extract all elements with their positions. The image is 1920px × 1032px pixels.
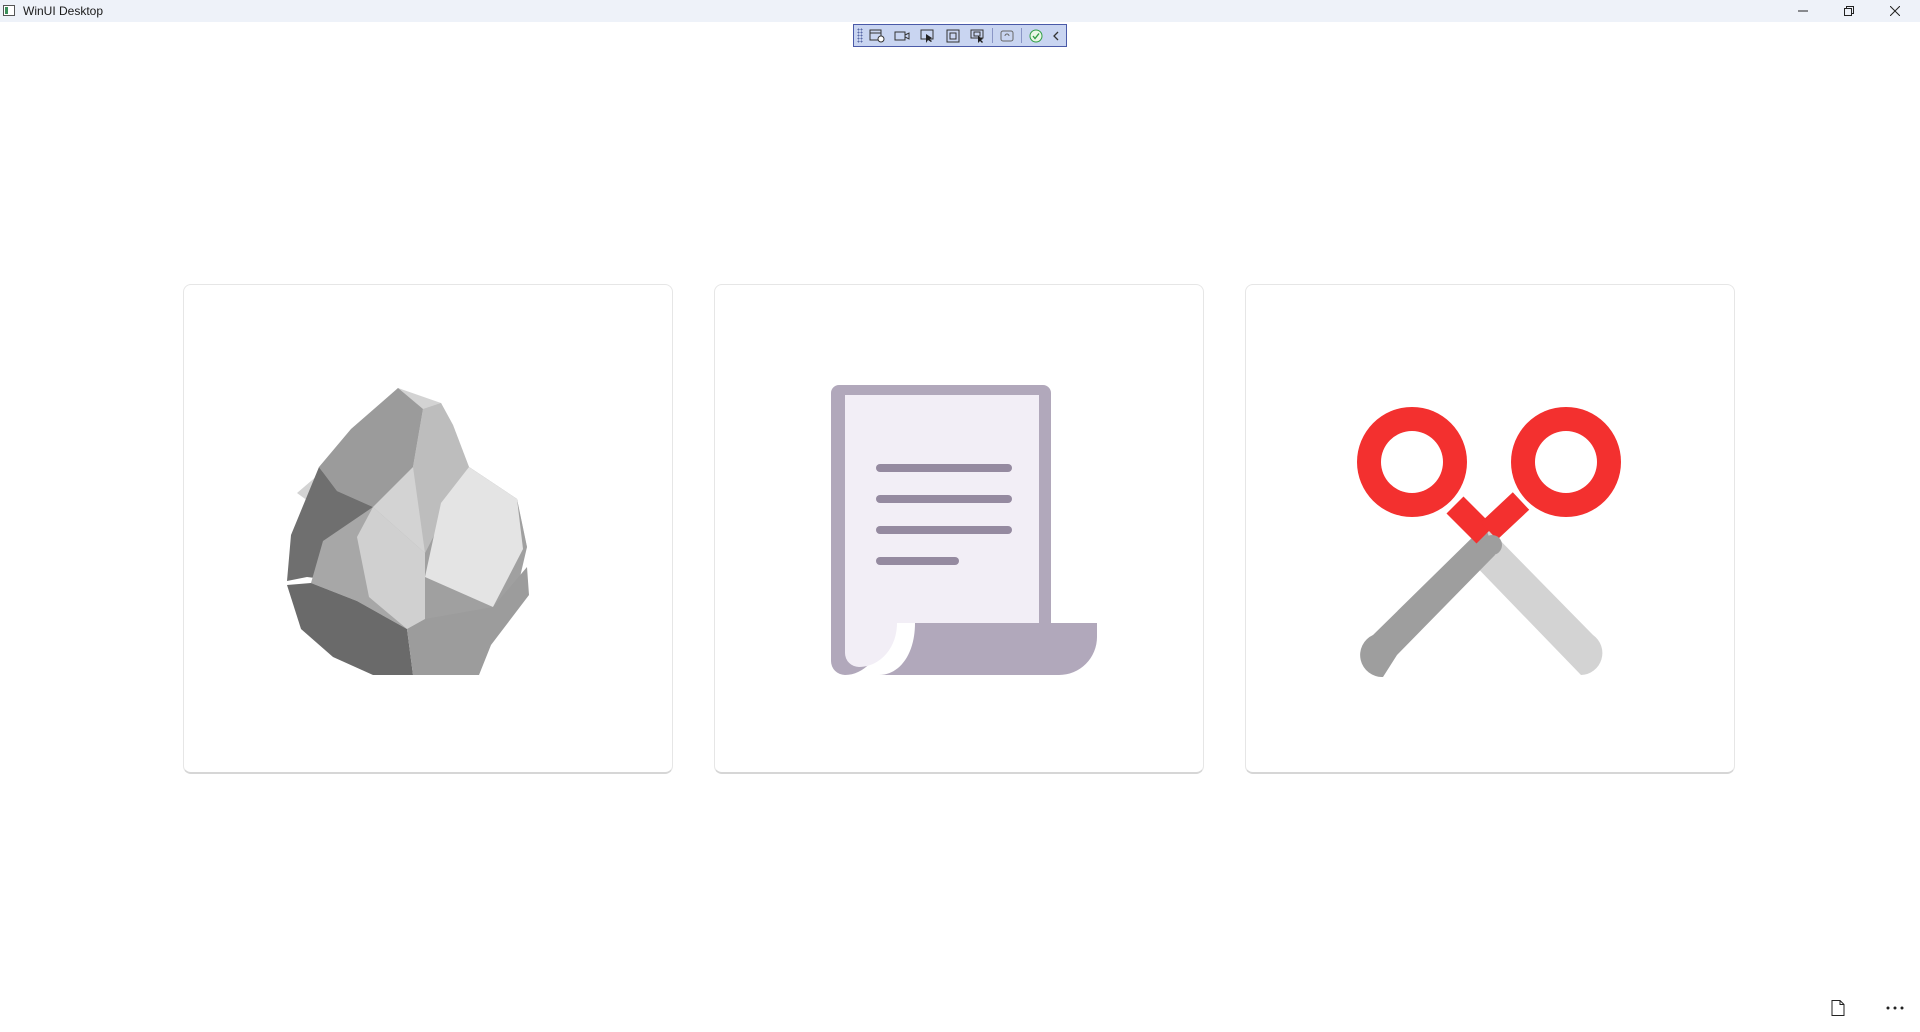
toolbar-separator bbox=[1021, 28, 1023, 43]
title-bar: WinUI Desktop bbox=[0, 0, 1920, 22]
window-title: WinUI Desktop bbox=[23, 4, 104, 18]
binding-failures-button[interactable] bbox=[1025, 26, 1046, 45]
select-element-icon bbox=[920, 29, 934, 43]
select-element-button[interactable] bbox=[917, 26, 938, 45]
scissors-card[interactable] bbox=[1245, 284, 1735, 774]
display-layout-adorners-button[interactable] bbox=[942, 26, 963, 45]
binding-failures-check-icon bbox=[1029, 29, 1043, 42]
close-icon bbox=[1890, 6, 1900, 16]
paper-card[interactable] bbox=[714, 284, 1204, 774]
scissors-icon bbox=[1357, 407, 1621, 677]
toolbar-separator bbox=[992, 28, 994, 43]
track-focused-element-button[interactable] bbox=[967, 26, 988, 45]
restore-icon bbox=[1844, 6, 1854, 16]
record-button[interactable] bbox=[892, 26, 913, 45]
live-visual-tree-button[interactable] bbox=[867, 26, 888, 45]
paper-scroll-icon bbox=[831, 385, 1097, 675]
collapse-toolbar-button[interactable] bbox=[1050, 26, 1062, 45]
page-icon bbox=[1831, 1000, 1845, 1016]
close-button[interactable] bbox=[1872, 0, 1918, 22]
record-icon bbox=[894, 31, 910, 40]
minimize-icon bbox=[1798, 10, 1808, 12]
restore-button[interactable] bbox=[1826, 0, 1872, 22]
live-visual-tree-icon bbox=[869, 29, 885, 42]
rock-card[interactable] bbox=[183, 284, 673, 774]
minimize-button[interactable] bbox=[1780, 0, 1826, 22]
collapse-chevron-icon bbox=[1053, 31, 1059, 40]
more-options-icon bbox=[1886, 1006, 1904, 1010]
page-button[interactable] bbox=[1822, 994, 1854, 1022]
hot-reload-icon bbox=[1000, 30, 1014, 41]
debug-toolbar bbox=[853, 24, 1067, 47]
display-layout-adorners-icon bbox=[946, 29, 960, 42]
track-focused-element-icon bbox=[970, 29, 984, 43]
toolbar-grip[interactable] bbox=[857, 28, 863, 43]
more-options-button[interactable] bbox=[1879, 994, 1911, 1022]
rock-icon bbox=[287, 388, 529, 675]
hot-reload-button[interactable] bbox=[996, 26, 1017, 45]
app-icon bbox=[3, 5, 15, 16]
